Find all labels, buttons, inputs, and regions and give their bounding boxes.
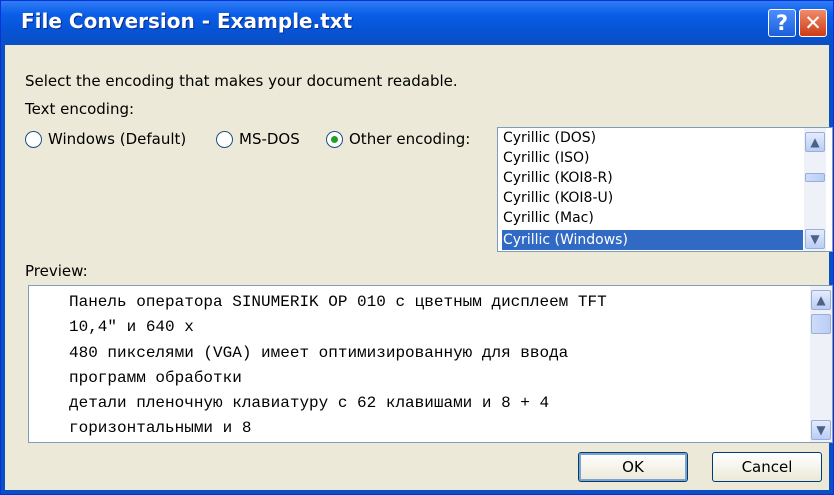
encoding-list-scrollbar[interactable]: ▲ ▼ bbox=[804, 128, 826, 251]
radio-label: Other encoding: bbox=[349, 130, 471, 148]
preview-line: детали пленочную клавиатуру с 62 клавиша… bbox=[69, 394, 550, 412]
scroll-up-icon[interactable]: ▲ bbox=[805, 132, 825, 152]
radio-circle-selected bbox=[326, 130, 343, 148]
help-button[interactable]: ? bbox=[768, 9, 796, 37]
radio-circle bbox=[216, 130, 233, 148]
radio-circle bbox=[25, 130, 42, 148]
preview-line: Панель оператора SINUMERIK OP 010 с цвет… bbox=[69, 293, 607, 311]
scroll-up-icon[interactable]: ▲ bbox=[811, 290, 831, 310]
scroll-down-icon[interactable]: ▼ bbox=[811, 420, 831, 440]
encoding-list-item[interactable]: Cyrillic (ISO) bbox=[502, 148, 803, 168]
encoding-list-item[interactable]: Cyrillic (DOS) bbox=[502, 128, 803, 148]
preview-scrollbar[interactable]: ▲ ▼ bbox=[810, 286, 832, 442]
encoding-listbox[interactable]: Cyrillic (DOS) Cyrillic (ISO) Cyrillic (… bbox=[497, 127, 833, 252]
preview-line: горизонтальными и 8 bbox=[69, 419, 252, 437]
encoding-list-item[interactable]: Cyrillic (Mac) bbox=[502, 208, 803, 228]
scroll-thumb[interactable] bbox=[805, 173, 825, 182]
text-encoding-label: Text encoding: bbox=[25, 100, 135, 118]
radio-label: Windows (Default) bbox=[48, 130, 187, 148]
encoding-list-item-selected[interactable]: Cyrillic (Windows) bbox=[502, 230, 803, 250]
close-button[interactable]: ✕ bbox=[799, 9, 827, 37]
scroll-thumb[interactable] bbox=[811, 314, 831, 334]
title-bar: File Conversion - Example.txt ? ✕ bbox=[1, 1, 833, 45]
preview-textbox[interactable]: Панель оператора SINUMERIK OP 010 с цвет… bbox=[28, 285, 833, 443]
preview-line: 10,4″ и 640 x bbox=[69, 318, 194, 336]
file-conversion-dialog: File Conversion - Example.txt ? ✕ Select… bbox=[0, 0, 834, 495]
scroll-down-icon[interactable]: ▼ bbox=[805, 229, 825, 249]
radio-other-encoding[interactable]: Other encoding: bbox=[326, 129, 470, 149]
radio-windows-default[interactable]: Windows (Default) bbox=[25, 129, 186, 149]
radio-ms-dos[interactable]: MS-DOS bbox=[216, 129, 300, 149]
instructions-text: Select the encoding that makes your docu… bbox=[25, 72, 458, 90]
preview-line: 480 пикселями (VGA) имеет оптимизированн… bbox=[69, 344, 569, 362]
preview-line: программ обработки bbox=[69, 369, 242, 387]
window-title: File Conversion - Example.txt bbox=[21, 9, 353, 33]
ok-button[interactable]: OK bbox=[578, 452, 688, 482]
radio-label: MS-DOS bbox=[239, 130, 300, 148]
preview-label: Preview: bbox=[25, 262, 88, 280]
encoding-list-item[interactable]: Cyrillic (KOI8-U) bbox=[502, 188, 803, 208]
encoding-list-item[interactable]: Cyrillic (KOI8-R) bbox=[502, 168, 803, 188]
cancel-button[interactable]: Cancel bbox=[712, 452, 822, 482]
